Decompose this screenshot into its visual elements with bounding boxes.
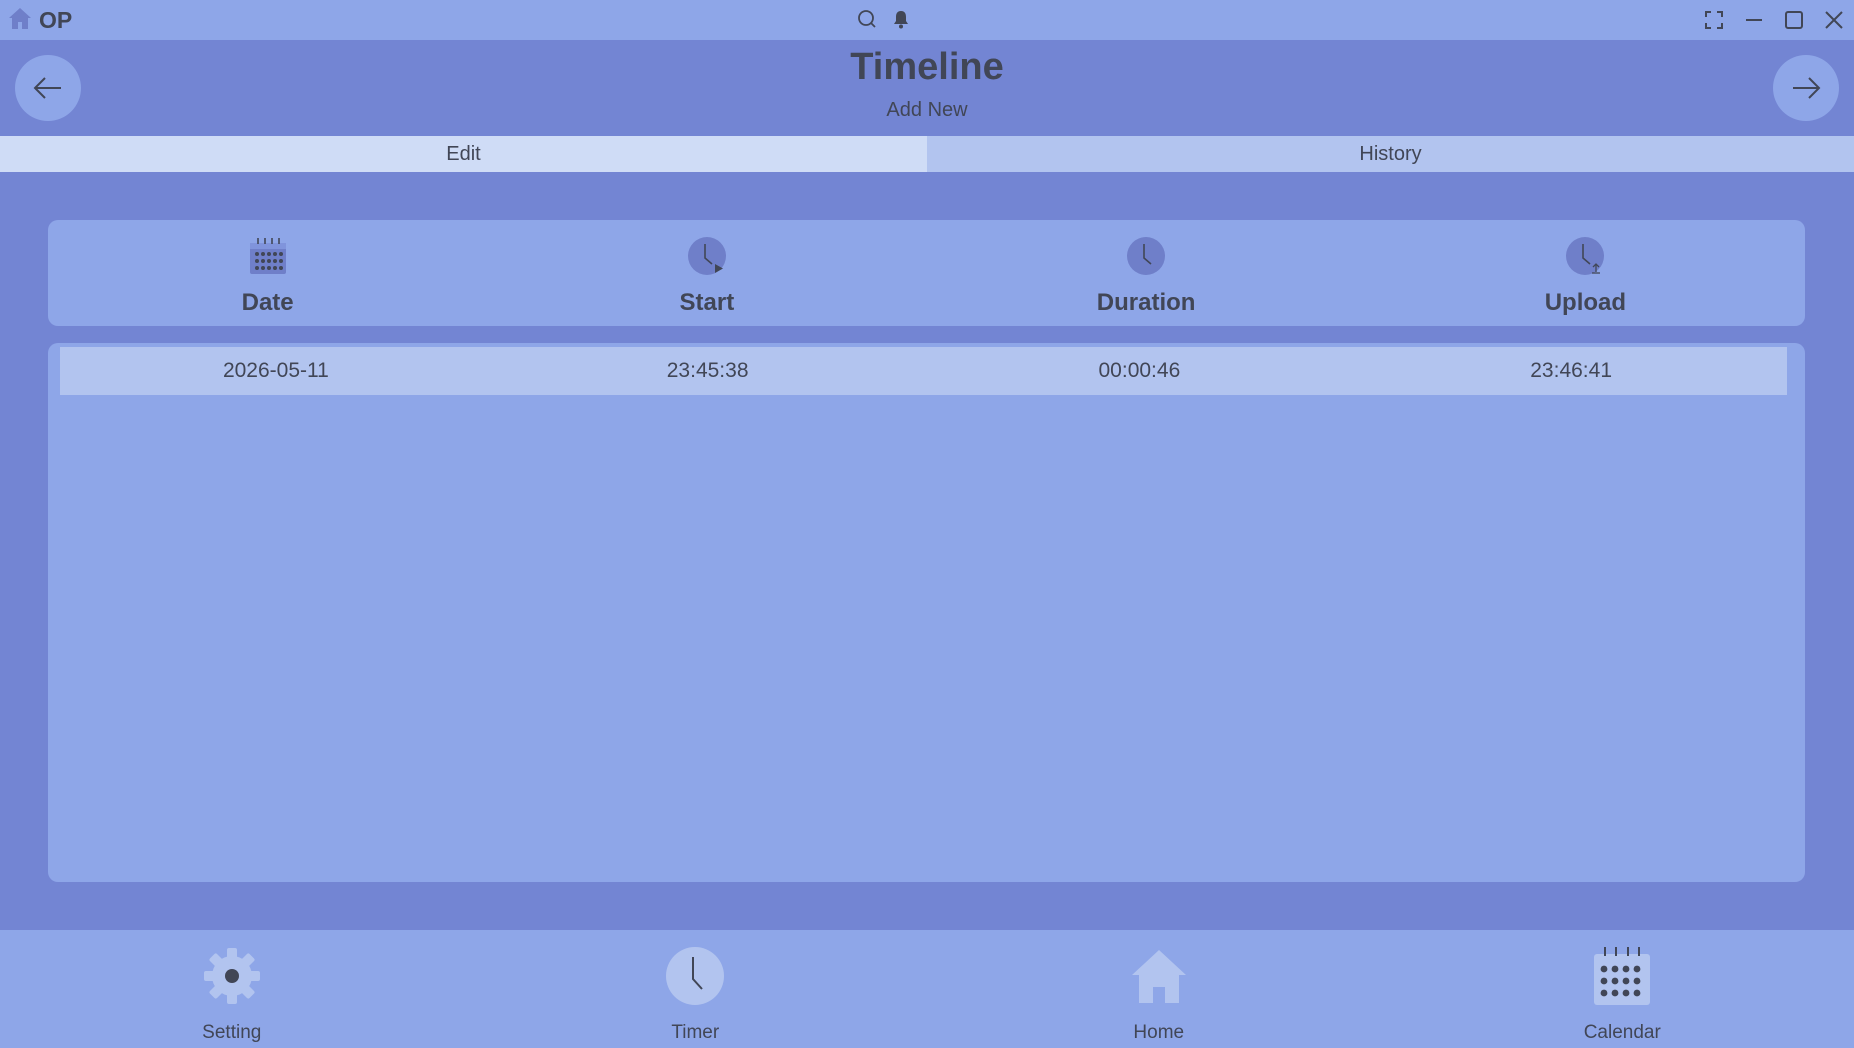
tab-edit[interactable]: Edit [0, 136, 927, 172]
clock-upload-icon [1563, 234, 1607, 283]
page-title: Timeline [850, 46, 1004, 88]
tab-bar: Edit History [0, 136, 1854, 172]
nav-setting[interactable]: Setting [0, 930, 464, 1048]
close-icon[interactable] [1814, 0, 1854, 40]
calendar-icon [1591, 945, 1653, 1012]
timeline-list: 2026-05-11 23:45:38 00:00:46 23:46:41 [48, 343, 1805, 882]
bell-icon[interactable] [890, 8, 912, 35]
nav-label: Home [1133, 1022, 1185, 1043]
cell-upload: 23:46:41 [1530, 359, 1612, 382]
column-header-bar: Date Start Duration Upload [48, 220, 1805, 326]
column-date[interactable]: Date [48, 220, 487, 326]
column-start[interactable]: Start [487, 220, 926, 326]
search-icon[interactable] [856, 8, 878, 35]
clock-play-icon [685, 234, 729, 283]
fullscreen-icon[interactable] [1694, 0, 1734, 40]
column-upload[interactable]: Upload [1366, 220, 1805, 326]
gear-icon [201, 945, 263, 1012]
column-label: Upload [1544, 289, 1627, 316]
calendar-icon [246, 234, 290, 283]
table-row[interactable]: 2026-05-11 23:45:38 00:00:46 23:46:41 [60, 347, 1787, 395]
column-label: Date [241, 289, 294, 316]
cell-start: 23:45:38 [666, 359, 749, 382]
cell-duration: 00:00:46 [1098, 359, 1181, 382]
column-label: Start [679, 289, 735, 316]
column-label: Duration [1096, 289, 1196, 316]
nav-calendar[interactable]: Calendar [1391, 930, 1854, 1048]
clock-icon [664, 945, 726, 1012]
column-duration[interactable]: Duration [927, 220, 1366, 326]
home-icon [1128, 945, 1190, 1012]
bottom-nav: Setting Timer Home Calendar [0, 930, 1854, 1048]
arrow-right-icon [1793, 77, 1821, 99]
minimize-icon[interactable] [1734, 0, 1774, 40]
home-icon [6, 4, 34, 37]
app-brand: OP [6, 4, 72, 37]
add-new-link[interactable]: Add New [0, 99, 1854, 122]
page-header: Timeline Add New [0, 40, 1854, 136]
nav-timer[interactable]: Timer [464, 930, 928, 1048]
window-titlebar: OP [0, 0, 1854, 40]
nav-label: Timer [671, 1022, 720, 1043]
tab-history[interactable]: History [927, 136, 1854, 172]
app-name: OP [39, 6, 73, 33]
nav-label: Calendar [1583, 1022, 1661, 1043]
clock-icon [1124, 234, 1168, 283]
nav-home[interactable]: Home [927, 930, 1391, 1048]
forward-button[interactable] [1773, 55, 1839, 121]
maximize-icon[interactable] [1774, 0, 1814, 40]
nav-label: Setting [202, 1022, 262, 1043]
cell-date: 2026-05-11 [222, 359, 329, 382]
